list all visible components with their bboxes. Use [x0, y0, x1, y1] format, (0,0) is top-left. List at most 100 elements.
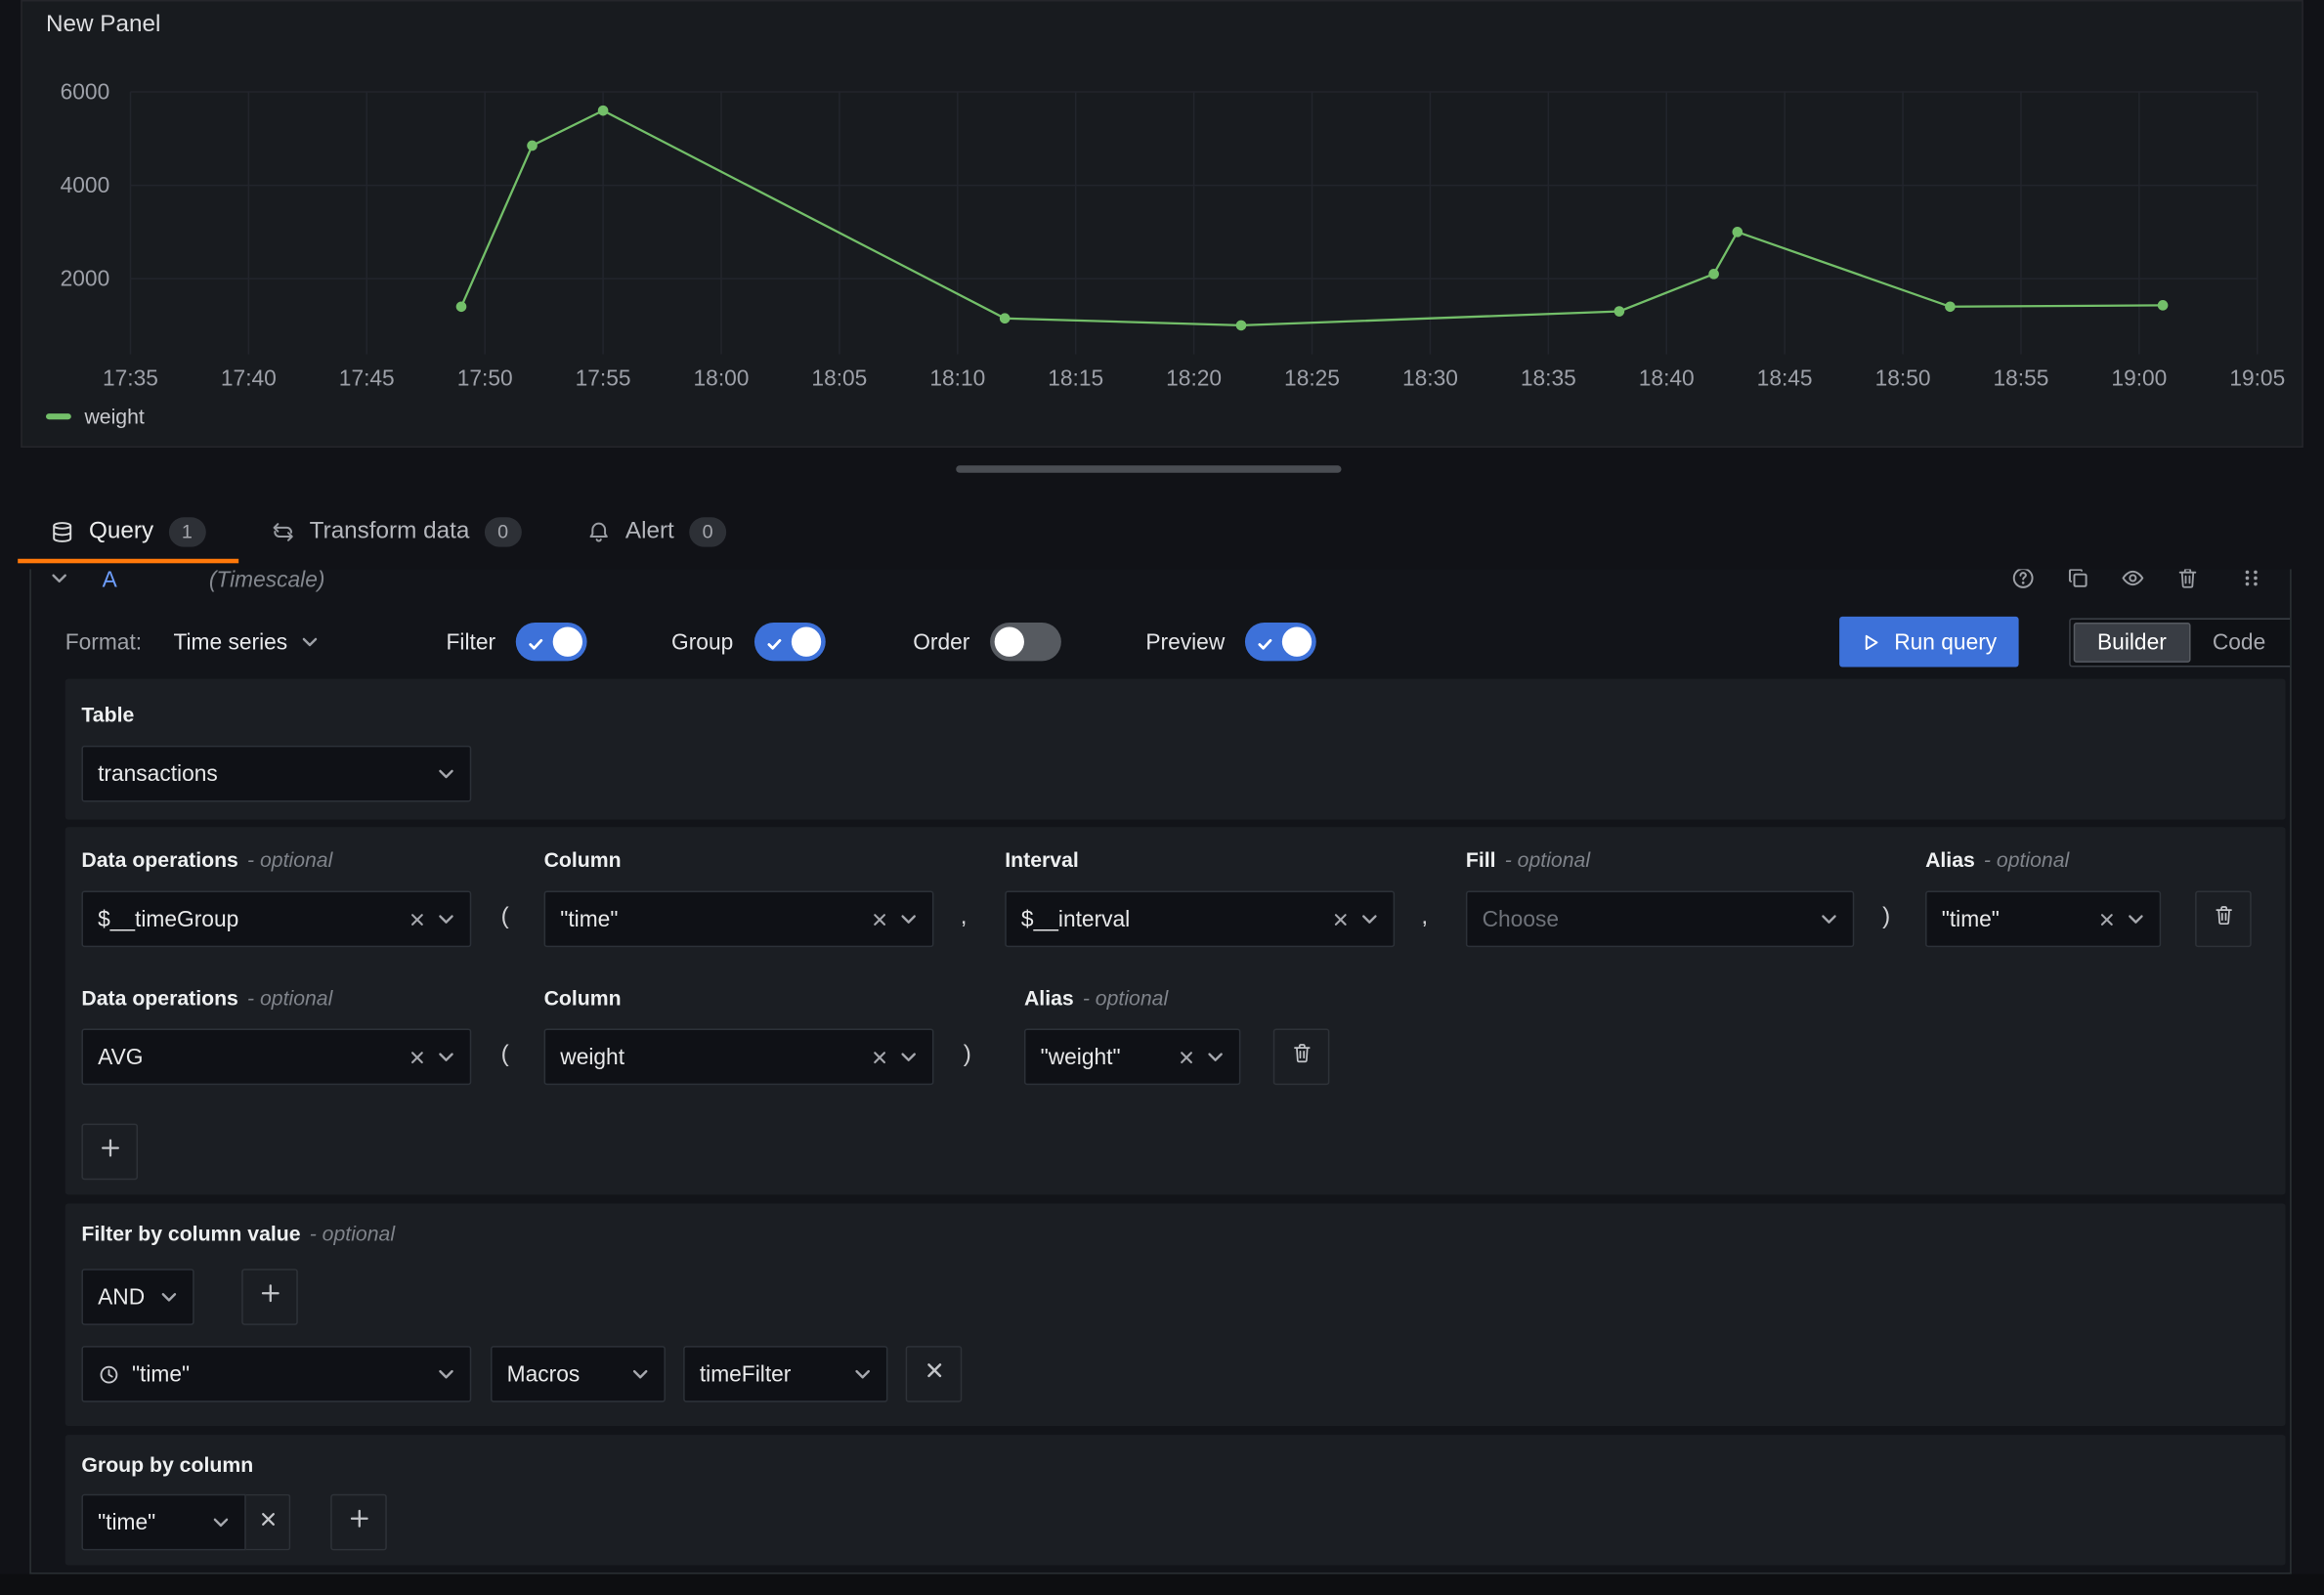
collapse-chevron-icon[interactable] — [51, 569, 68, 586]
chevron-down-icon[interactable] — [2127, 910, 2144, 927]
mode-builder[interactable]: Builder — [2074, 623, 2190, 663]
group-toggle[interactable] — [753, 623, 825, 661]
add-select-row-button[interactable] — [81, 1124, 138, 1181]
chevron-down-icon[interactable] — [437, 910, 454, 927]
database-icon — [51, 520, 74, 543]
hide-query-eye-icon[interactable] — [2121, 569, 2144, 589]
fill-select[interactable]: Choose — [1466, 890, 1854, 947]
chevron-down-icon[interactable] — [212, 1513, 230, 1530]
table-select[interactable]: transactions — [81, 746, 471, 802]
svg-text:18:45: 18:45 — [1757, 365, 1813, 390]
tab-query[interactable]: Query 1 — [18, 501, 238, 564]
preview-toggle-group: Preview — [1145, 614, 1316, 670]
filter-condition-select[interactable]: AND — [81, 1269, 194, 1325]
alias-select[interactable]: "weight" — [1024, 1029, 1240, 1086]
editor-tabbar: Query 1 Transform data 0 Alert 0 — [18, 501, 758, 564]
run-query-button[interactable]: Run query — [1839, 617, 2019, 668]
chevron-down-icon[interactable] — [437, 765, 454, 783]
order-toggle-label[interactable]: Order — [913, 629, 969, 655]
remove-group-by-button[interactable] — [246, 1494, 290, 1551]
open-paren: ( — [501, 904, 509, 930]
close-paren: ) — [964, 1042, 971, 1068]
svg-text:18:20: 18:20 — [1166, 365, 1222, 390]
x-icon[interactable] — [872, 1049, 888, 1065]
preview-toggle-label[interactable]: Preview — [1145, 629, 1225, 655]
select-value: "time" — [98, 1510, 200, 1535]
data-operations-select[interactable]: $__timeGroup — [81, 890, 471, 947]
field-label: Interval — [1005, 847, 1079, 871]
chevron-down-icon[interactable] — [1207, 1048, 1225, 1065]
chevron-down-icon[interactable] — [900, 1048, 918, 1065]
timeseries-panel: New Panel 17:3517:4017:4517:5017:5518:00… — [21, 0, 2303, 448]
order-toggle[interactable] — [991, 623, 1062, 661]
tab-transform-data[interactable]: Transform data 0 — [238, 501, 554, 564]
preview-toggle[interactable] — [1245, 623, 1316, 661]
grafana-panel-editor: New Panel 17:3517:4017:4517:5017:5518:00… — [0, 0, 2324, 1595]
svg-text:18:30: 18:30 — [1402, 365, 1458, 390]
filter-macro-select[interactable]: timeFilter — [683, 1346, 887, 1402]
column-select[interactable]: weight — [544, 1029, 934, 1086]
remove-query-trash-icon[interactable] — [2175, 569, 2199, 589]
chevron-down-icon[interactable] — [1360, 910, 1378, 927]
add-group-by-button[interactable] — [330, 1494, 387, 1551]
filter-section: Filter by column value- optional AND "ti… — [65, 1203, 2286, 1425]
alias-select[interactable]: "time" — [1925, 890, 2161, 947]
table-select-value: transactions — [98, 761, 425, 787]
tab-query-label: Query — [89, 519, 153, 545]
x-icon[interactable] — [1332, 911, 1349, 927]
toggle-knob — [553, 627, 582, 657]
remove-select-row-button[interactable] — [1273, 1029, 1330, 1086]
select-value: timeFilter — [700, 1361, 842, 1387]
field-label: Data operations- optional — [81, 986, 332, 1010]
group-toggle-label[interactable]: Group — [671, 629, 733, 655]
select-value: "weight" — [1041, 1044, 1167, 1069]
remove-filter-button[interactable] — [906, 1346, 963, 1402]
filter-toggle[interactable] — [516, 623, 587, 661]
x-icon[interactable] — [2099, 911, 2116, 927]
chevron-down-icon[interactable] — [437, 1048, 454, 1065]
duplicate-query-icon[interactable] — [2066, 569, 2089, 589]
chevron-down-icon[interactable] — [900, 910, 918, 927]
column-select[interactable]: "time" — [544, 890, 934, 947]
bell-icon — [586, 520, 610, 543]
filter-macro-type-select[interactable]: Macros — [491, 1346, 666, 1402]
group-by-column-select[interactable]: "time" — [81, 1494, 245, 1551]
group-toggle-group: Group — [671, 614, 825, 670]
svg-text:18:55: 18:55 — [1994, 365, 2049, 390]
chevron-down-icon — [301, 633, 319, 651]
chevron-down-icon[interactable] — [160, 1288, 178, 1306]
filter-section-label: Filter by column value- optional — [81, 1222, 395, 1245]
order-toggle-group: Order — [913, 614, 1061, 670]
pane-splitter-handle[interactable] — [956, 465, 1341, 473]
drag-handle-icon[interactable] — [2240, 569, 2263, 589]
select-value: $__interval — [1021, 906, 1320, 931]
mode-code[interactable]: Code — [2190, 623, 2288, 663]
chevron-down-icon[interactable] — [437, 1365, 454, 1383]
group-by-label: Group by column — [81, 1452, 253, 1476]
field-label: Column — [544, 986, 622, 1010]
filter-column-select[interactable]: "time" — [81, 1346, 471, 1402]
chevron-down-icon[interactable] — [1820, 910, 1837, 927]
x-icon[interactable] — [872, 911, 888, 927]
remove-select-row-button[interactable] — [2195, 890, 2252, 947]
svg-text:2000: 2000 — [61, 266, 110, 291]
x-icon[interactable] — [1179, 1049, 1195, 1065]
trash-icon — [1290, 1042, 1313, 1071]
tab-alert[interactable]: Alert 0 — [554, 501, 759, 564]
editor-mode-switch: Builder Code — [2069, 618, 2291, 667]
panel-title[interactable]: New Panel — [46, 12, 160, 38]
format-picker[interactable]: Time series — [173, 614, 319, 670]
chevron-down-icon[interactable] — [854, 1365, 872, 1383]
help-icon[interactable] — [2011, 569, 2035, 589]
svg-text:18:00: 18:00 — [694, 365, 750, 390]
x-icon[interactable] — [409, 1049, 426, 1065]
interval-select[interactable]: $__interval — [1005, 890, 1395, 947]
table-section: Table transactions — [65, 679, 2286, 820]
x-icon[interactable] — [409, 911, 426, 927]
select-value: "time" — [1942, 906, 2087, 931]
data-operations-select[interactable]: AVG — [81, 1029, 471, 1086]
chevron-down-icon[interactable] — [631, 1365, 649, 1383]
chart-legend[interactable]: weight — [46, 405, 145, 428]
add-filter-button[interactable] — [241, 1269, 298, 1325]
filter-toggle-label[interactable]: Filter — [446, 629, 495, 655]
